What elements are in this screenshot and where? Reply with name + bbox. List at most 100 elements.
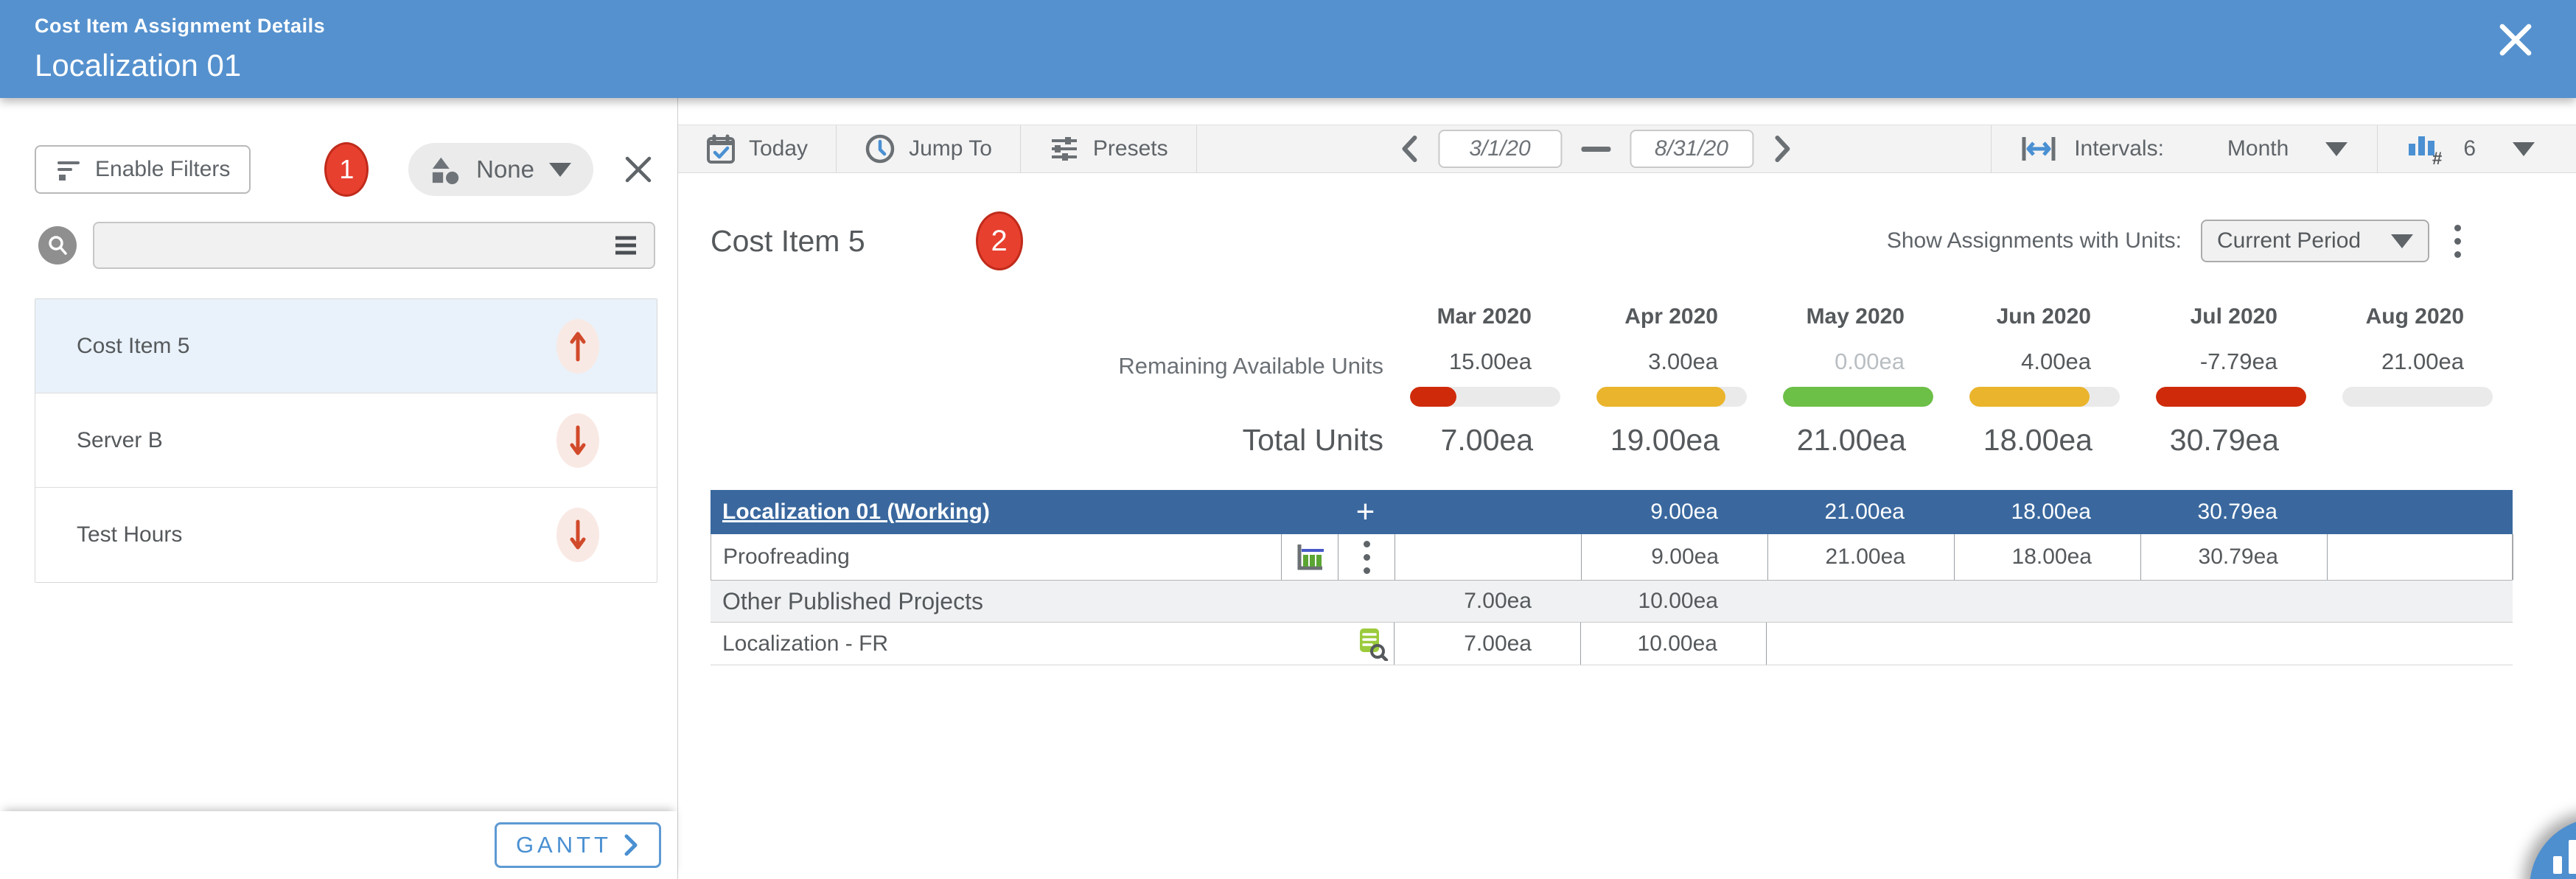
assignments-table: Localization 01 (Working) + 9.00ea 21.00… [711,490,2513,665]
cell-value[interactable]: 30.79ea [2140,534,2327,580]
list-item-test-hours[interactable]: Test Hours [35,488,657,582]
add-assignment-icon[interactable]: + [1337,494,1394,530]
date-range-dash [1581,147,1610,152]
today-button[interactable]: Today [678,125,837,172]
list-item-label: Server B [77,428,163,453]
month-header: Mar 2020 [1394,304,1580,329]
cell-value[interactable] [2327,534,2513,580]
assignment-name: Proofreading [711,534,1281,580]
group-row-other-published-projects: Other Published Projects 7.00ea 10.00ea [711,580,2513,623]
list-item-cost-item-5[interactable]: Cost Item 5 [35,299,657,393]
availability-bar [1596,387,1747,407]
trend-up-icon [556,319,599,374]
search-icon[interactable] [38,226,77,265]
presets-label: Presets [1093,136,1168,161]
enable-filters-button[interactable]: Enable Filters [35,145,251,194]
availability-bar [2156,387,2306,407]
interval-count-value[interactable]: 6 [2463,136,2476,161]
enable-filters-label: Enable Filters [95,157,230,182]
availability-bar [1969,387,2120,407]
project-row-working[interactable]: Localization 01 (Working) + 9.00ea 21.00… [711,490,2513,534]
group-name: Other Published Projects [711,588,1394,615]
svg-text:#: # [2432,149,2442,166]
cell-value[interactable]: 21.00ea [1767,534,1954,580]
chevron-down-icon[interactable] [2325,142,2348,156]
chevron-right-icon [622,833,640,857]
presets-button[interactable]: Presets [1021,125,1197,172]
cell-value: 7.00ea [1394,623,1580,665]
cell-value [2140,623,2326,665]
total-units-row: Total Units 7.00ea 19.00ea 21.00ea 18.00… [711,423,2513,458]
dialog-title: Cost Item Assignment Details [35,15,2576,38]
availability-bar [1410,387,1560,407]
remaining-units-label: Remaining Available Units [711,349,1394,379]
cell-value: 7.00ea [1394,589,1580,614]
cell-value [2326,623,2513,665]
units-filter-dropdown[interactable]: Current Period [2201,220,2429,262]
chevron-down-icon [2391,234,2413,248]
total-value: 19.00ea [1580,423,1767,458]
row-menu-icon[interactable] [1338,534,1395,580]
intervals-icon [2021,136,2056,162]
month-header-row: Mar 2020 Apr 2020 May 2020 Jun 2020 Jul … [711,304,2513,329]
cell-value: 10.00ea [1580,623,1767,665]
dialog-subtitle: Localization 01 [35,48,2576,83]
panel-close-icon[interactable] [621,153,655,186]
cell-value[interactable]: 9.00ea [1581,534,1767,580]
annotation-badge-1: 1 [324,142,369,197]
jump-to-button[interactable]: Jump To [837,125,1021,172]
total-value: 30.79ea [2140,423,2326,458]
cell-value[interactable] [1395,534,1581,580]
project-link[interactable]: Localization 01 (Working) [711,500,1280,525]
timeline-toolbar: Today Jump To Presets [678,125,2576,173]
today-label: Today [749,136,808,161]
sliders-icon [1049,133,1080,164]
remaining-value: 21.00ea [2381,349,2464,374]
group-by-dropdown[interactable]: None [408,143,593,196]
cell-value [1767,623,1953,665]
published-document-icon[interactable] [1337,623,1394,665]
interval-value[interactable]: Month [2227,136,2289,161]
gantt-button[interactable]: GANTT [495,822,661,868]
more-options-icon[interactable] [2454,225,2461,258]
date-from-input[interactable] [1438,130,1562,168]
total-value: 7.00ea [1394,423,1580,458]
group-shapes-icon [430,154,461,185]
remaining-value: 0.00ea [1835,349,1905,374]
filter-icon [55,156,82,183]
interval-count-icon: # [2407,132,2446,166]
date-to-input[interactable] [1630,130,1753,168]
chevron-down-icon[interactable] [2513,142,2535,156]
list-item-server-b[interactable]: Server B [35,393,657,488]
histogram-icon[interactable] [1281,534,1338,580]
month-header: May 2020 [1767,304,1953,329]
cell-value: 18.00ea [1953,500,2140,525]
close-icon[interactable] [2493,18,2538,62]
bar-chart-icon [2553,840,2576,874]
next-period-icon[interactable] [1773,135,1792,163]
dialog-header: Cost Item Assignment Details Localizatio… [0,0,2576,98]
total-value: 18.00ea [1953,423,2140,458]
trend-down-icon [556,508,599,562]
list-menu-icon[interactable] [612,232,639,259]
month-header: Jul 2020 [2140,304,2326,329]
jump-to-label: Jump To [909,136,992,161]
list-item-label: Test Hours [77,522,182,547]
availability-bar [2342,387,2493,407]
calendar-today-icon [706,133,736,164]
availability-bar [1783,387,1933,407]
total-units-label: Total Units [711,423,1394,458]
remaining-value: 4.00ea [2021,349,2091,374]
remaining-value: 3.00ea [1648,349,1718,374]
cost-item-list: Cost Item 5 Server B Test Hours [35,298,657,583]
remaining-units-row: Remaining Available Units 15.00ea 3.00ea… [711,349,2513,407]
month-header: Jun 2020 [1953,304,2140,329]
previous-period-icon[interactable] [1400,135,1419,163]
published-row-localization-fr[interactable]: Localization - FR 7.00ea 10.00ea [711,623,2513,665]
cell-value: 30.79ea [2140,500,2326,525]
cell-value[interactable]: 18.00ea [1954,534,2140,580]
assignment-row-proofreading[interactable]: Proofreading 9.00ea [711,534,2513,580]
search-input[interactable] [93,222,655,269]
trend-down-icon [556,413,599,468]
clock-icon [865,133,896,164]
